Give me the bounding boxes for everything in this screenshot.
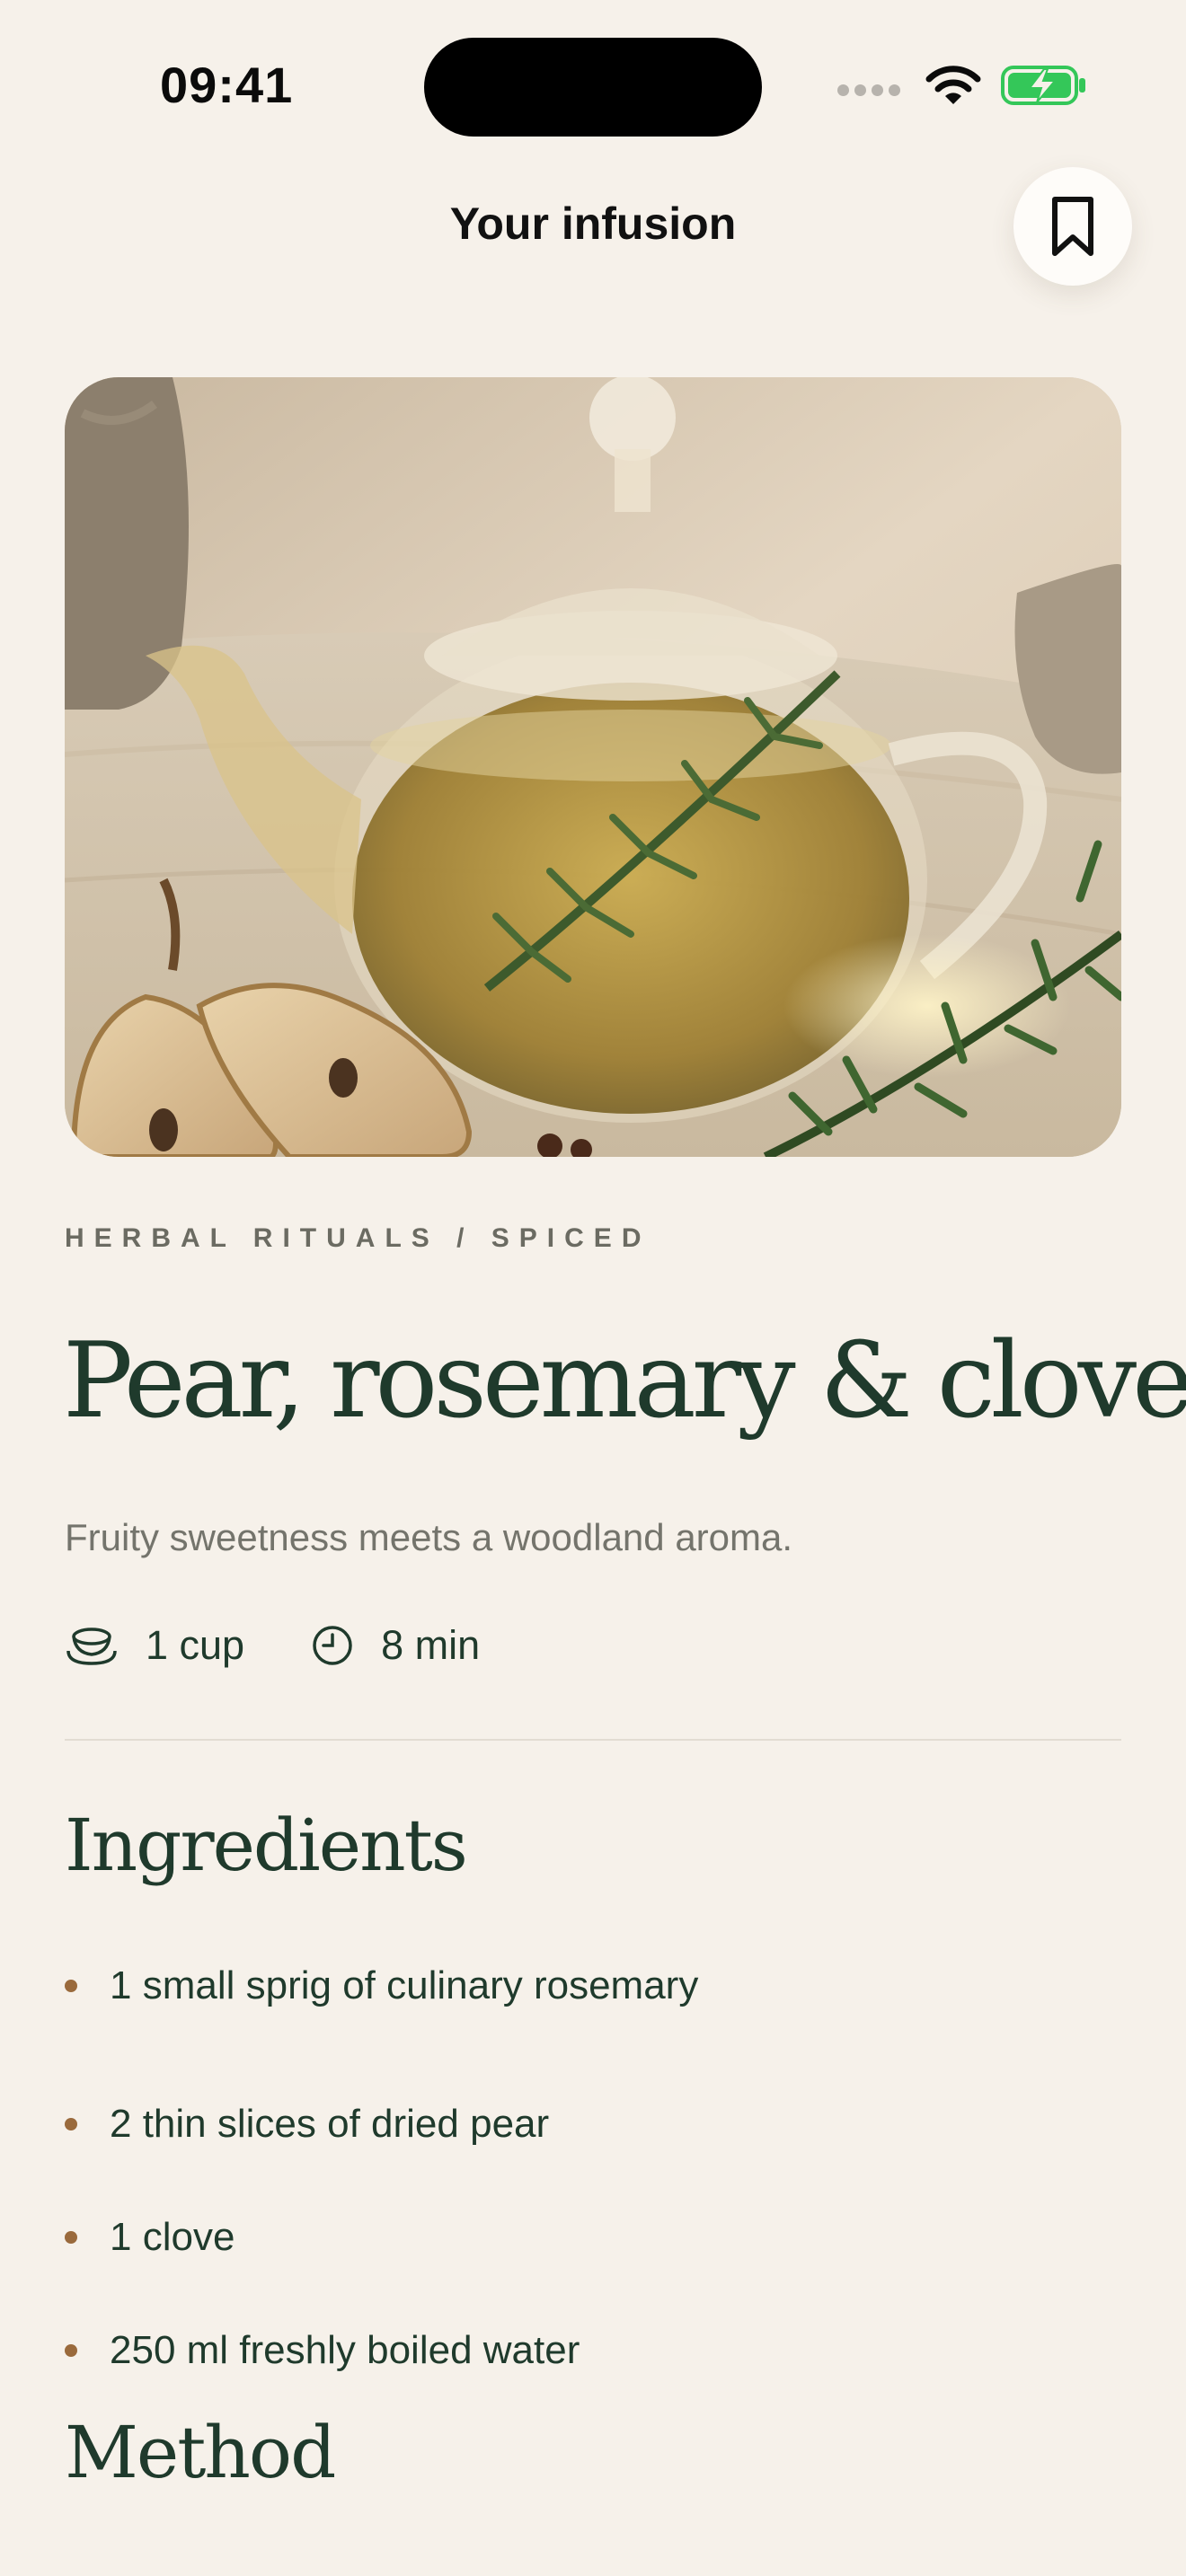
status-icons [837, 63, 1087, 108]
recipe-meta: 1 cup 8 min [65, 1622, 480, 1669]
dynamic-island [424, 38, 762, 137]
bookmark-icon [1052, 197, 1093, 256]
status-bar: 09:41 [0, 0, 1186, 171]
recipe-subtitle: Fruity sweetness meets a woodland aroma. [65, 1516, 793, 1558]
ingredient-item: 250 ml freshly boiled water [65, 2294, 698, 2407]
time-value: 8 min [381, 1622, 481, 1668]
ingredients-list: 1 small sprig of culinary rosemary 2 thi… [65, 1954, 698, 2407]
ingredient-item: 2 thin slices of dried pear [65, 2068, 698, 2181]
ingredients-heading: Ingredients [65, 1804, 468, 1887]
teacup-icon [66, 1628, 117, 1665]
servings-value: 1 cup [146, 1622, 245, 1668]
wifi-icon [925, 66, 981, 104]
ingredient-text: 250 ml freshly boiled water [110, 2328, 580, 2372]
status-time: 09:41 [160, 57, 294, 113]
bullet-icon [65, 1980, 77, 1992]
category-breadcrumb: HERBAL RITUALS / SPICED [65, 1223, 651, 1253]
recipe-title: Pear, rosemary & clove [63, 1320, 1186, 1442]
page-title: Your infusion [449, 198, 737, 249]
ingredient-text: 2 thin slices of dried pear [110, 2102, 550, 2146]
ingredient-item: 1 small sprig of culinary rosemary [65, 1954, 698, 2017]
battery-charging-icon [1001, 66, 1085, 105]
clock-icon [313, 1626, 352, 1665]
bullet-icon [65, 2231, 77, 2244]
ingredient-text: 1 small sprig of culinary rosemary [110, 1963, 699, 2007]
servings-info: 1 cup [65, 1622, 244, 1669]
ingredient-item: 1 clove [65, 2181, 698, 2294]
bullet-icon [65, 2118, 77, 2130]
divider [65, 1739, 1121, 1741]
time-info: 8 min [311, 1622, 480, 1669]
bullet-icon [65, 2344, 77, 2357]
ingredient-text: 1 clove [110, 2215, 235, 2259]
bookmark-button[interactable] [1013, 167, 1132, 286]
hero-image [65, 377, 1121, 1157]
method-heading: Method [65, 2411, 336, 2494]
cellular-signal-icon [837, 84, 900, 96]
